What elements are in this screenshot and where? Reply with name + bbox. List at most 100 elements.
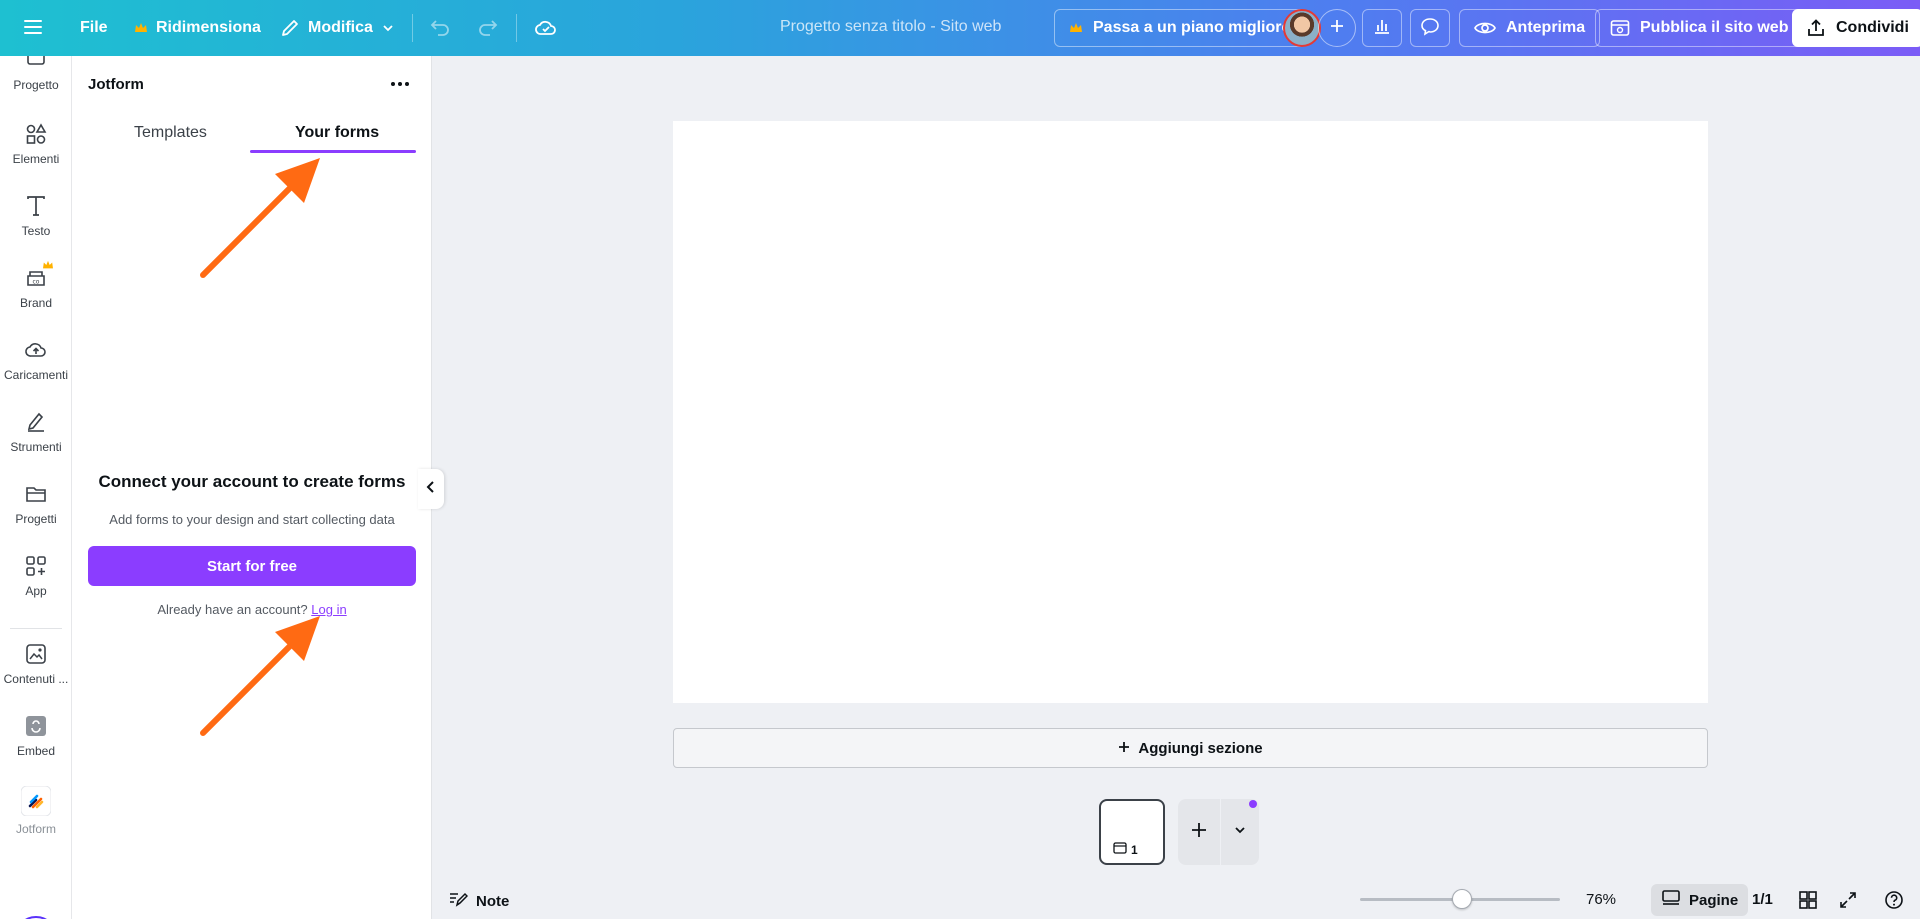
- chevron-down-icon: [1233, 823, 1247, 842]
- add-section-button[interactable]: Aggiungi sezione: [673, 728, 1708, 768]
- website-icon: [1610, 19, 1630, 37]
- crown-icon: [134, 22, 148, 34]
- start-for-free-label: Start for free: [206, 557, 298, 575]
- rail-item-uploads[interactable]: Caricamenti: [0, 338, 72, 382]
- text-icon: [24, 194, 48, 218]
- file-menu-label: File: [80, 19, 108, 36]
- fullscreen-icon[interactable]: [1838, 890, 1858, 915]
- connect-description: Add forms to your design and start colle…: [109, 512, 395, 527]
- svg-text:co: co: [33, 279, 40, 286]
- rail-item-projects[interactable]: Progetti: [0, 482, 72, 526]
- apps-grid-icon: [24, 554, 48, 578]
- rail-item-label: Jotform: [15, 822, 56, 836]
- jotform-logo-icon: [21, 786, 51, 816]
- avatar[interactable]: [1283, 9, 1321, 47]
- grid-view-icon[interactable]: [1798, 890, 1818, 915]
- publish-label: Pubblica il sito web: [1640, 19, 1789, 36]
- draw-icon: [24, 410, 48, 434]
- notes-label: Note: [476, 892, 510, 910]
- redo-icon[interactable]: [476, 16, 500, 40]
- rail-item-label: Testo: [21, 224, 51, 238]
- publish-website-button[interactable]: Pubblica il sito web: [1595, 9, 1804, 47]
- project-icon: [24, 56, 48, 72]
- insights-button[interactable]: [1362, 9, 1402, 47]
- plus-icon: [1329, 18, 1345, 39]
- annotation-arrow-icon: [200, 158, 320, 278]
- left-rail: Progetto Elementi Testo co Brand Caricam…: [0, 56, 72, 919]
- document-title[interactable]: Progetto senza titolo - Sito web: [780, 18, 1001, 36]
- comments-button[interactable]: [1410, 9, 1450, 47]
- rail-item-label: App: [25, 584, 47, 598]
- zoom-level[interactable]: 76%: [1586, 891, 1616, 908]
- edit-mode-label: Modifica: [308, 19, 373, 36]
- file-menu-button[interactable]: File: [68, 9, 120, 47]
- zoom-slider-handle[interactable]: [1452, 889, 1472, 909]
- rail-item-brand[interactable]: co Brand: [0, 260, 72, 310]
- page-count: 1/1: [1752, 891, 1773, 908]
- brand-icon: co: [24, 260, 53, 290]
- add-collaborator-button[interactable]: [1318, 9, 1356, 47]
- rail-item-text[interactable]: Testo: [0, 194, 72, 238]
- design-canvas-page[interactable]: [673, 121, 1708, 703]
- rail-item-label: Progetti: [15, 512, 57, 526]
- rail-item-label: Contenuti ...: [3, 672, 69, 686]
- chevron-left-icon: [425, 480, 437, 499]
- tab-your-forms[interactable]: Your forms: [295, 124, 379, 142]
- cloud-upload-icon: [24, 338, 48, 362]
- cloud-saved-icon[interactable]: [534, 16, 558, 40]
- upgrade-label: Passa a un piano migliore: [1093, 19, 1291, 36]
- start-for-free-button[interactable]: Start for free: [88, 546, 416, 586]
- more-options-icon[interactable]: [388, 74, 412, 99]
- pages-layout-icon: [1661, 889, 1681, 911]
- add-section-label: Aggiungi sezione: [1138, 739, 1263, 757]
- connect-heading: Connect your account to create forms: [98, 472, 406, 491]
- page-number: 1: [1131, 842, 1138, 857]
- pages-view-button[interactable]: Pagine: [1651, 884, 1749, 916]
- plus-icon: [1118, 740, 1130, 757]
- rail-divider: [10, 628, 62, 629]
- plus-icon: [1190, 821, 1208, 844]
- bar-chart-icon: [1372, 16, 1392, 41]
- undo-icon[interactable]: [428, 16, 452, 40]
- rail-item-jotform[interactable]: Jotform: [0, 786, 72, 836]
- shapes-icon: [24, 122, 48, 146]
- rail-item-tools[interactable]: Strumenti: [0, 410, 72, 454]
- edit-mode-button[interactable]: Modifica: [268, 9, 407, 47]
- upgrade-button[interactable]: Passa a un piano migliore: [1054, 9, 1306, 47]
- folder-icon: [24, 482, 48, 506]
- toolbar-divider: [412, 14, 413, 42]
- share-label: Condividi: [1836, 19, 1909, 36]
- eye-icon: [1474, 20, 1496, 36]
- crown-icon: [1069, 22, 1083, 34]
- toolbar-divider: [516, 14, 517, 42]
- panel-title: Jotform: [88, 76, 144, 93]
- rail-item-label: Embed: [16, 744, 56, 758]
- preview-button[interactable]: Anteprima: [1459, 9, 1601, 47]
- menu-icon[interactable]: [22, 16, 44, 38]
- notification-dot: [1249, 800, 1257, 808]
- top-toolbar: File Ridimensiona Modifica Progetto senz…: [0, 0, 1920, 56]
- rail-item-media[interactable]: Contenuti ...: [0, 642, 72, 686]
- resize-label: Ridimensiona: [156, 19, 261, 36]
- add-page-button[interactable]: [1178, 799, 1220, 865]
- notes-button[interactable]: Note: [448, 890, 509, 912]
- rail-item-apps[interactable]: App: [0, 554, 72, 598]
- page-thumbnail[interactable]: 1: [1099, 799, 1165, 865]
- rail-item-project[interactable]: Progetto: [0, 56, 72, 92]
- page-thumbnail-label: 1: [1113, 842, 1138, 857]
- rail-item-label: Brand: [19, 296, 53, 310]
- image-magic-icon: [24, 642, 48, 666]
- collapse-panel-button[interactable]: [418, 469, 444, 509]
- notes-icon: [448, 890, 469, 912]
- page-options-button[interactable]: [1221, 799, 1259, 865]
- share-button[interactable]: Condividi: [1792, 9, 1920, 47]
- help-icon[interactable]: [1884, 890, 1904, 915]
- rail-item-embed[interactable]: Embed: [0, 714, 72, 758]
- resize-button[interactable]: Ridimensiona: [122, 9, 273, 47]
- rail-item-label: Strumenti: [10, 440, 62, 454]
- tab-templates[interactable]: Templates: [134, 124, 207, 142]
- annotation-arrow-icon: [200, 616, 320, 736]
- rail-item-elements[interactable]: Elementi: [0, 122, 72, 166]
- preview-label: Anteprima: [1506, 19, 1586, 36]
- share-upload-icon: [1806, 18, 1826, 38]
